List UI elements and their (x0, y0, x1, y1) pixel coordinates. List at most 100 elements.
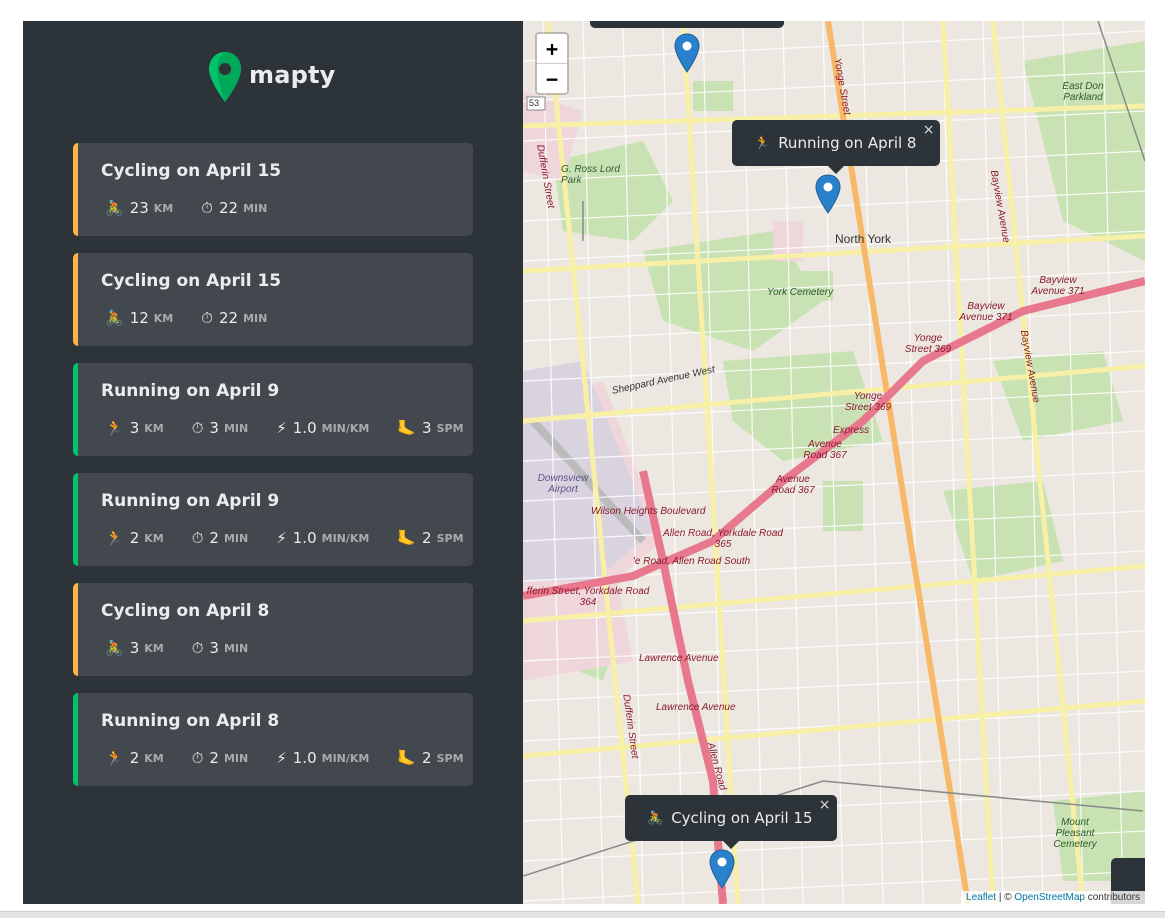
detail-unit: KM (144, 531, 164, 545)
map-label-express: Express (833, 425, 870, 436)
workout-card-cycling[interactable]: Cycling on April 8 🚴 3 KM ⏱ 3 MIN (73, 583, 473, 676)
workout-detail: ⏱ 2 MIN (192, 749, 249, 767)
map-label-dufferin-yorkdale-364: fferin Street, Yorkdale Road 364 (526, 586, 650, 608)
detail-value: 22 (218, 309, 239, 327)
workout-card-cycling[interactable]: Cycling on April 15 🚴 23 KM ⏱ 22 MIN (73, 143, 473, 236)
logo: mapty (208, 51, 336, 103)
detail-value: 1.0 (292, 419, 317, 437)
map-label-route-53: 53 (529, 98, 540, 108)
detail-unit: KM (153, 201, 174, 215)
workout-detail: ⏱ 2 MIN (192, 529, 249, 547)
workout-detail: 🏃 2 KM (105, 749, 164, 767)
detail-value: 2 (422, 529, 432, 547)
map-marker-icon[interactable] (709, 849, 735, 889)
detail-unit: MIN (223, 751, 249, 765)
detail-value: 1.0 (292, 749, 317, 767)
workout-detail: 🦶 3 SPM (397, 419, 463, 437)
map-label-wilson-heights: Wilson Heights Boulevard (591, 506, 706, 517)
popup-close-button[interactable]: × (923, 122, 935, 138)
workout-card-running[interactable]: Running on April 9 🏃 2 KM ⏱ 2 MIN ⚡ 1.0 MIN/KM 🦶 2 S… (73, 473, 473, 566)
stopwatch-icon: ⏱ (191, 528, 204, 547)
map-label-lawrence-avenue-b: Lawrence Avenue (656, 702, 736, 713)
leaflet-link[interactable]: Leaflet (966, 892, 996, 903)
map-marker-icon[interactable] (674, 33, 700, 73)
workout-detail: ⏱ 22 MIN (201, 309, 267, 327)
detail-unit: SPM (436, 751, 464, 765)
app-container: mapty Cycling on April 15 🚴 23 KM ⏱ 22 MIN Cycl… (23, 21, 1145, 904)
map-label-yonge-369-b: Yonge Street 369 (844, 391, 892, 413)
stopwatch-icon: ⏱ (191, 748, 204, 767)
map-marker-icon[interactable] (815, 174, 841, 214)
workout-title: Cycling on April 15 (101, 271, 282, 291)
workout-details: 🏃 2 KM ⏱ 2 MIN ⚡ 1.0 MIN/KM 🦶 2 SPM (105, 529, 492, 547)
map-label-york-cemetery: York Cemetery (767, 287, 834, 298)
detail-unit: KM (153, 311, 174, 325)
workout-detail: 🏃 2 KM (105, 529, 164, 547)
osm-link[interactable]: OpenStreetMap (1014, 892, 1085, 903)
runner-icon: 🏃 (105, 748, 124, 767)
workout-details: 🚴 23 KM ⏱ 22 MIN (105, 199, 295, 217)
detail-unit: MIN (223, 641, 249, 655)
foot-icon: 🦶 (397, 748, 417, 767)
map-label-bayview-371-b: Bayview Avenue 371 (1031, 275, 1085, 297)
cyclist-icon: 🚴 (105, 308, 124, 327)
map-popup-running: 🏃 Running on April 8 × (732, 120, 941, 174)
workout-title: Cycling on April 8 (101, 601, 270, 621)
sidebar: mapty Cycling on April 15 🚴 23 KM ⏱ 22 MIN Cycl… (23, 21, 523, 904)
cyclist-icon: 🚴 (105, 638, 124, 657)
map-popup-cycling: 🚴 Cycling on April 15 × (625, 795, 837, 849)
workout-detail: ⚡ 1.0 MIN/KM (276, 529, 369, 547)
detail-value: 3 (422, 419, 432, 437)
workout-detail: ⚡ 1.0 MIN/KM (276, 749, 369, 767)
stopwatch-icon: ⏱ (201, 198, 213, 217)
detail-unit: MIN (243, 201, 268, 215)
foot-icon: 🦶 (397, 418, 417, 437)
stopwatch-icon: ⏱ (201, 308, 213, 327)
detail-unit: SPM (436, 531, 464, 545)
zoom-in-button[interactable]: + (537, 34, 567, 64)
foot-icon: 🦶 (397, 528, 417, 547)
map-label-avenue-road-367-b: Avenue Road 367 (771, 474, 815, 496)
map-label-allen-yorkdale-365: Allen Road, Yorkdale Road 365 (663, 528, 783, 550)
runner-icon: 🏃 (754, 135, 771, 151)
lightning-icon: ⚡ (276, 748, 287, 767)
popup-close-button[interactable]: × (819, 797, 831, 813)
map-label-yonge-369: Yonge Street 369 (904, 333, 952, 355)
detail-value: 2 (129, 749, 140, 767)
map-label-lawrence-avenue: Lawrence Avenue (639, 653, 719, 664)
cyclist-icon: 🚴 (647, 810, 664, 826)
map-label-downsview-airport: Downsview Airport (537, 473, 589, 495)
detail-value: 1.0 (292, 529, 317, 547)
map-pin-logo-icon (209, 52, 241, 102)
detail-unit: MIN/KM (321, 421, 370, 435)
workout-title: Running on April 9 (101, 491, 280, 511)
map-label-avenue-road-367: Avenue Road 367 (803, 439, 847, 461)
detail-unit: MIN (223, 421, 249, 435)
map-label-allen-road-south: 'e Road, Allen Road South (633, 556, 751, 567)
workout-details: 🚴 12 KM ⏱ 22 MIN (105, 309, 295, 327)
map-label-bayview-371: Bayview Avenue 371 (959, 301, 1013, 323)
detail-value: 3 (129, 419, 140, 437)
detail-unit: KM (144, 421, 164, 435)
map[interactable]: North York York Cemetery Downsview Airpo… (523, 21, 1145, 904)
map-label-mount-pleasant-cemetery: Mount Pleasant Cemetery (1053, 817, 1097, 850)
zoom-out-button[interactable]: − (537, 64, 567, 93)
detail-unit: MIN (243, 311, 268, 325)
attribution-sep: | © (996, 892, 1015, 903)
detail-value: 22 (218, 199, 239, 217)
detail-unit: KM (144, 751, 164, 765)
workout-card-running[interactable]: Running on April 8 🏃 2 KM ⏱ 2 MIN ⚡ 1.0 MIN/KM 🦶 2 S… (73, 693, 473, 786)
zoom-control: + − (535, 32, 569, 95)
workout-card-cycling[interactable]: Cycling on April 15 🚴 12 KM ⏱ 22 MIN (73, 253, 473, 346)
workout-detail: 🚴 3 KM (105, 639, 164, 657)
workout-title: Running on April 8 (101, 711, 280, 731)
detail-value: 3 (209, 419, 219, 437)
workout-card-running[interactable]: Running on April 9 🏃 3 KM ⏱ 3 MIN ⚡ 1.0 MIN/KM 🦶 3 S… (73, 363, 473, 456)
detail-value: 2 (422, 749, 432, 767)
lightning-icon: ⚡ (276, 528, 287, 547)
workout-detail: 🚴 23 KM (105, 199, 173, 217)
workout-detail: ⏱ 22 MIN (201, 199, 267, 217)
detail-unit: MIN (223, 531, 249, 545)
workout-title: Cycling on April 15 (101, 161, 282, 181)
map-label-north-york: North York (835, 232, 892, 246)
